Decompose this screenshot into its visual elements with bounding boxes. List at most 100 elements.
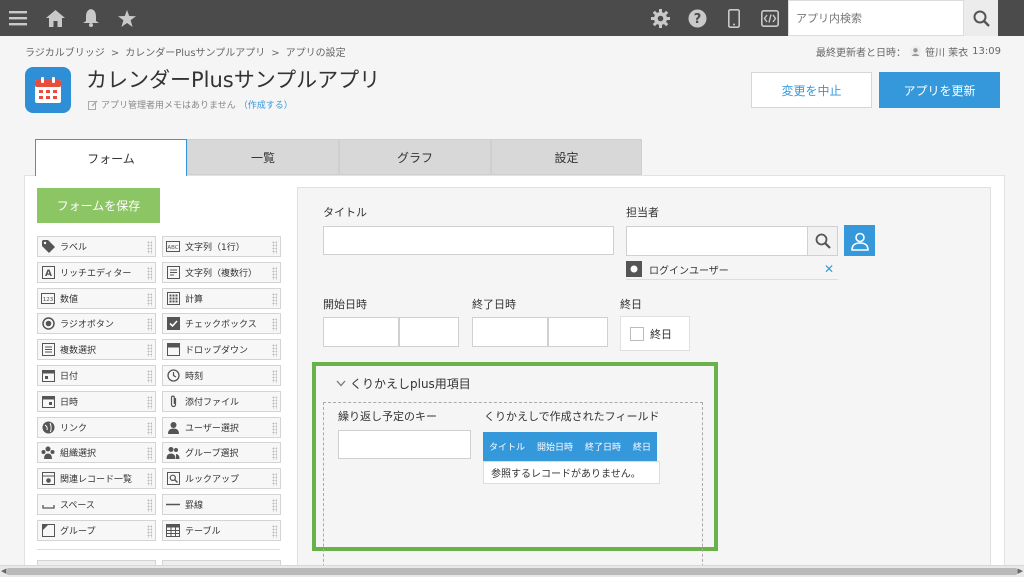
drag-handle-icon[interactable] (147, 241, 152, 254)
palette-item[interactable]: 計算 (162, 288, 281, 309)
menu-icon[interactable] (6, 0, 30, 36)
palette-item[interactable]: チェックボックス (162, 313, 281, 334)
tab-graph[interactable]: グラフ (339, 139, 491, 175)
drag-handle-icon[interactable] (147, 396, 152, 409)
palette-item[interactable]: 文字列（複数行） (162, 262, 281, 283)
palette-item[interactable]: ABC 文字列（1行） (162, 236, 281, 257)
drag-handle-icon[interactable] (272, 525, 277, 538)
start-date-input[interactable] (323, 317, 399, 347)
title-field-input[interactable] (323, 226, 614, 255)
palette-item[interactable]: 関連レコード一覧 (37, 468, 156, 489)
last-updated: 最終更新者と日時： 笹川 茉衣 13:09 (816, 44, 1001, 59)
remove-user-icon[interactable]: ✕ (824, 262, 834, 276)
scroll-right-icon[interactable]: ▶ (1018, 567, 1023, 575)
updater-user[interactable]: 笹川 茉衣 (925, 44, 968, 59)
drag-handle-icon[interactable] (147, 267, 152, 280)
horizontal-scrollbar[interactable]: ◀ ▶ (0, 565, 1024, 577)
drag-handle-icon[interactable] (147, 499, 152, 512)
save-form-button[interactable]: フォームを保存 (37, 188, 160, 223)
svg-text:?: ? (693, 12, 701, 27)
scrollbar-thumb[interactable] (6, 568, 1018, 575)
drag-handle-icon[interactable] (272, 344, 277, 357)
drag-handle-icon[interactable] (272, 370, 277, 383)
drag-handle-icon[interactable] (147, 447, 152, 460)
palette-item[interactable]: ユーザー選択 (162, 417, 281, 438)
drag-handle-icon[interactable] (272, 293, 277, 306)
group-title[interactable]: くりかえしplus用項目 (336, 375, 471, 392)
palette-item[interactable]: 組織選択 (37, 442, 156, 463)
palette-item-label: 計算 (185, 295, 204, 305)
user-search-button[interactable] (808, 226, 838, 256)
palette-item-label: 文字列（1行） (185, 243, 245, 253)
help-icon[interactable]: ? (686, 0, 708, 36)
tab-form[interactable]: フォーム (35, 139, 187, 176)
drag-handle-icon[interactable] (272, 396, 277, 409)
mobile-icon[interactable] (724, 0, 744, 36)
palette-item[interactable]: テーブル (162, 520, 281, 541)
tab-list[interactable]: 一覧 (187, 139, 339, 175)
tag-icon (41, 240, 55, 254)
user-picker-button[interactable] (844, 225, 875, 256)
search-button[interactable] (964, 0, 998, 36)
drag-handle-icon[interactable] (147, 318, 152, 331)
user-icon (166, 421, 180, 435)
subtable-col-start: 開始日時 (537, 443, 574, 453)
palette-item[interactable]: 日時 (37, 391, 156, 412)
palette-item[interactable]: リンク (37, 417, 156, 438)
create-memo-link[interactable]: （作成する） (239, 98, 293, 111)
drag-handle-icon[interactable] (147, 422, 152, 435)
palette-item[interactable]: 日付 (37, 365, 156, 386)
breadcrumb-item-space[interactable]: ラジカルブリッジ (25, 48, 105, 59)
palette-item[interactable]: 123 数値 (37, 288, 156, 309)
drag-handle-icon[interactable] (147, 525, 152, 538)
palette-item[interactable]: ラベル (37, 236, 156, 257)
space-icon (41, 498, 55, 512)
palette-item[interactable]: 添付ファイル (162, 391, 281, 412)
bell-icon[interactable] (81, 0, 101, 36)
drag-handle-icon[interactable] (272, 422, 277, 435)
tab-settings[interactable]: 設定 (491, 139, 642, 175)
code-icon[interactable] (759, 0, 781, 36)
home-icon[interactable] (44, 0, 66, 36)
drag-handle-icon[interactable] (147, 293, 152, 306)
start-time-input[interactable] (399, 317, 459, 347)
subtable-header: タイトル 開始日時 終了日時 終日 (483, 432, 658, 461)
breadcrumb-item-app[interactable]: カレンダーPlusサンプルアプリ (125, 48, 265, 59)
palette-item[interactable]: ルックアップ (162, 468, 281, 489)
end-time-input[interactable] (548, 317, 608, 347)
drag-handle-icon[interactable] (272, 447, 277, 460)
drag-handle-icon[interactable] (147, 370, 152, 383)
cancel-changes-button[interactable]: 変更を中止 (751, 72, 872, 108)
group-content-area (323, 402, 703, 577)
allday-checkbox-field[interactable]: 終日 (620, 316, 690, 351)
drag-handle-icon[interactable] (272, 499, 277, 512)
palette-item[interactable]: ラジオボタン (37, 313, 156, 334)
palette-item[interactable]: ドロップダウン (162, 339, 281, 360)
repeat-key-input[interactable] (338, 430, 471, 459)
assignee-field-input[interactable] (626, 226, 808, 256)
drag-handle-icon[interactable] (272, 241, 277, 254)
drag-handle-icon[interactable] (147, 344, 152, 357)
palette-item[interactable]: A リッチエディター (37, 262, 156, 283)
update-app-button[interactable]: アプリを更新 (879, 72, 1000, 108)
app-search-input[interactable] (788, 0, 964, 36)
svg-text:ABC: ABC (167, 245, 178, 251)
paperclip-icon (166, 395, 180, 409)
drag-handle-icon[interactable] (272, 267, 277, 280)
palette-item[interactable]: グループ選択 (162, 442, 281, 463)
drag-handle-icon[interactable] (272, 473, 277, 486)
drag-handle-icon[interactable] (272, 318, 277, 331)
drag-handle-icon[interactable] (147, 473, 152, 486)
subtable-col-title: タイトル (489, 443, 526, 453)
end-date-input[interactable] (472, 317, 548, 347)
palette-item[interactable]: 罫線 (162, 494, 281, 515)
palette-item[interactable]: 時刻 (162, 365, 281, 386)
palette-item[interactable]: グループ (37, 520, 156, 541)
palette-item[interactable]: スペース (37, 494, 156, 515)
palette-item[interactable]: 複数選択 (37, 339, 156, 360)
star-icon[interactable] (117, 0, 137, 36)
gear-icon[interactable] (649, 0, 671, 36)
breadcrumb-item-settings: アプリの設定 (285, 48, 346, 59)
chevron-down-icon[interactable] (336, 380, 346, 387)
allday-checkbox[interactable] (630, 326, 644, 341)
